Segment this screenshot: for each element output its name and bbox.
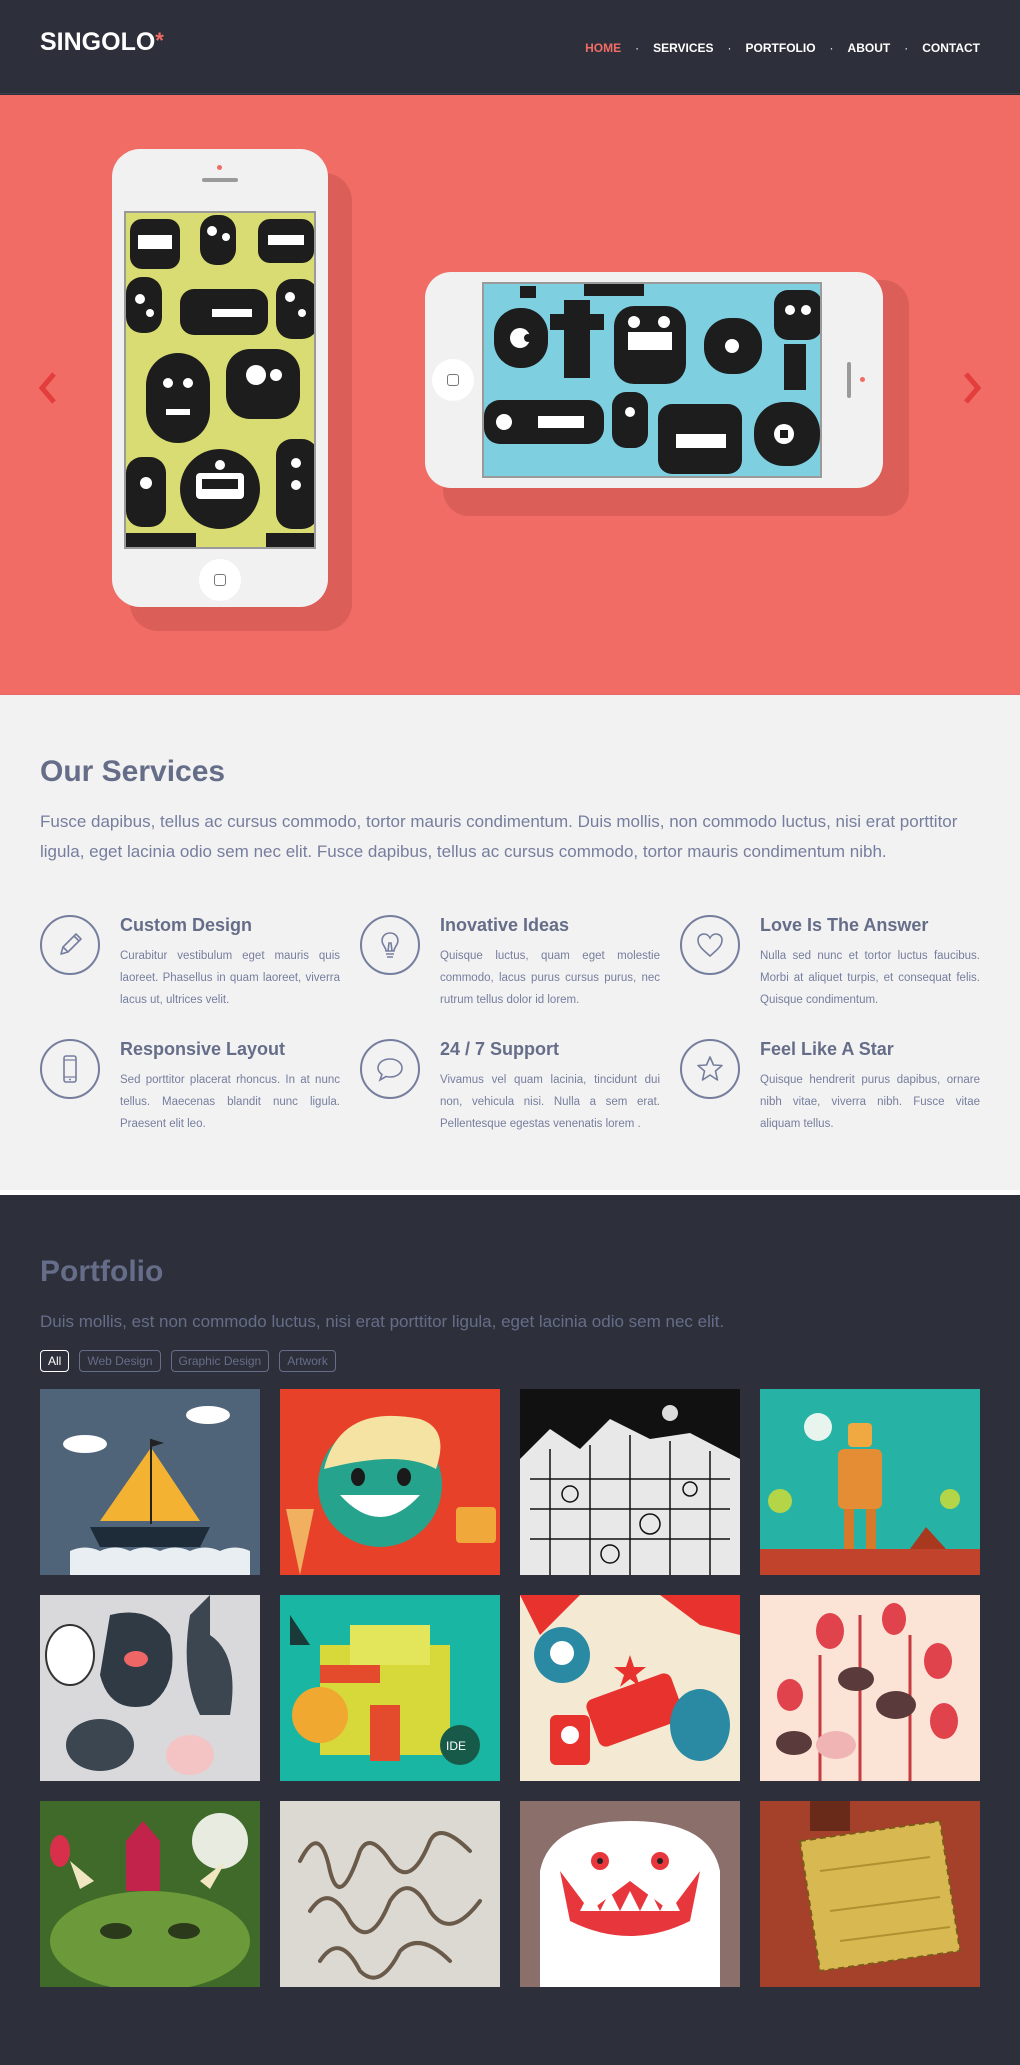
nav-services[interactable]: SERVICES [653, 41, 713, 55]
pencil-icon [40, 915, 100, 975]
portfolio-item-smiling-girl[interactable] [280, 1389, 500, 1575]
portfolio-item-white-yeti[interactable] [520, 1801, 740, 1987]
service-title: Inovative Ideas [440, 915, 570, 935]
home-button[interactable] [199, 559, 241, 601]
service-title: Feel Like A Star [760, 1039, 894, 1059]
portfolio-item-red-robots[interactable] [520, 1595, 740, 1781]
smartphone-icon [40, 1039, 100, 1099]
portfolio-item-ribbon-lettering[interactable] [280, 1801, 500, 1987]
nav-portfolio[interactable]: PORTFOLIO [746, 41, 816, 55]
svg-text:IDE: IDE [446, 1739, 466, 1753]
logo[interactable]: SINGOLO* [40, 28, 164, 57]
service-title: Custom Design [120, 915, 253, 935]
service-love: Love Is The Answer Nulla sed nunc et tor… [680, 915, 980, 1035]
service-support: 24 / 7 Support Vivamus vel quam lacinia,… [360, 1039, 660, 1159]
portfolio-item-easter-birds[interactable] [760, 1595, 980, 1781]
portfolio-grid: SDK IDE [40, 1389, 980, 1987]
chevron-right-icon[interactable] [960, 370, 984, 410]
portfolio-description: Duis mollis, est non commodo luctus, nis… [40, 1312, 725, 1331]
portfolio-item-sdk-ide[interactable]: SDK IDE [280, 1595, 500, 1781]
portfolio-title: Portfolio [40, 1255, 164, 1288]
header: SINGOLO* HOME · SERVICES · PORTFOLIO · ABOU… [0, 0, 1020, 94]
slider [0, 95, 1020, 695]
filter-artwork[interactable]: Artwork [279, 1350, 336, 1372]
services-description: Fusce dapibus, tellus ac cursus commodo,… [40, 812, 958, 861]
page-bottom [0, 2060, 1020, 2065]
filter-graphic-design[interactable]: Graphic Design [170, 1350, 270, 1372]
service-title: Love Is The Answer [760, 915, 929, 935]
portfolio-item-patchwork-leather[interactable] [760, 1801, 980, 1987]
portfolio-item-monsters-sketch[interactable] [40, 1595, 260, 1781]
heart-icon [680, 915, 740, 975]
portfolio-item-sailboat[interactable] [40, 1389, 260, 1575]
phone-screen-monsters [482, 282, 822, 478]
service-text: Quisque hendrerit purus dapibus, ornare … [760, 1074, 980, 1130]
portfolio-item-green-monster-castle[interactable] [40, 1801, 260, 1987]
service-title: 24 / 7 Support [440, 1039, 560, 1059]
service-text: Quisque luctus, quam eget molestie commo… [440, 950, 660, 1006]
lightbulb-icon [360, 915, 420, 975]
service-text: Sed porttitor placerat rhoncus. In at nu… [120, 1074, 340, 1130]
filter-all[interactable]: All [40, 1350, 70, 1372]
nav-home[interactable]: HOME [585, 41, 621, 55]
vertical-phone[interactable] [112, 149, 328, 607]
chat-bubble-icon [360, 1039, 420, 1099]
services-title: Our Services [40, 755, 226, 788]
star-icon [680, 1039, 740, 1099]
portfolio-section: Portfolio Duis mollis, est non commodo l… [0, 1195, 1020, 2065]
service-custom-design: Custom Design Curabitur vestibulum eget … [40, 915, 340, 1035]
portfolio-item-robot-desert[interactable] [760, 1389, 980, 1575]
horizontal-phone[interactable] [425, 272, 883, 488]
svg-text:SDK: SDK [330, 1667, 362, 1684]
home-button[interactable] [432, 359, 474, 401]
service-responsive: Responsive Layout Sed porttitor placerat… [40, 1039, 340, 1159]
service-text: Nulla sed nunc et tortor luctus faucibus… [760, 950, 980, 1006]
filter-web-design[interactable]: Web Design [79, 1350, 161, 1372]
nav-contact[interactable]: CONTACT [922, 41, 980, 55]
service-star: Feel Like A Star Quisque hendrerit purus… [680, 1039, 980, 1159]
main-nav: HOME · SERVICES · PORTFOLIO · ABOUT · CONTAC… [585, 41, 980, 55]
chevron-left-icon[interactable] [36, 370, 60, 410]
phone-screen-monsters [124, 211, 316, 549]
portfolio-filter: All Web Design Graphic Design Artwork [40, 1350, 336, 1372]
service-inovative-ideas: Inovative Ideas Quisque luctus, quam ege… [360, 915, 660, 1035]
service-text: Vivamus vel quam lacinia, tincidunt dui … [440, 1074, 660, 1130]
service-title: Responsive Layout [120, 1039, 286, 1059]
services-section: Our Services Fusce dapibus, tellus ac cu… [0, 695, 1020, 1190]
portfolio-item-doodle-city[interactable] [520, 1389, 740, 1575]
service-text: Curabitur vestibulum eget mauris quis la… [120, 950, 340, 1006]
nav-about[interactable]: ABOUT [848, 41, 891, 55]
